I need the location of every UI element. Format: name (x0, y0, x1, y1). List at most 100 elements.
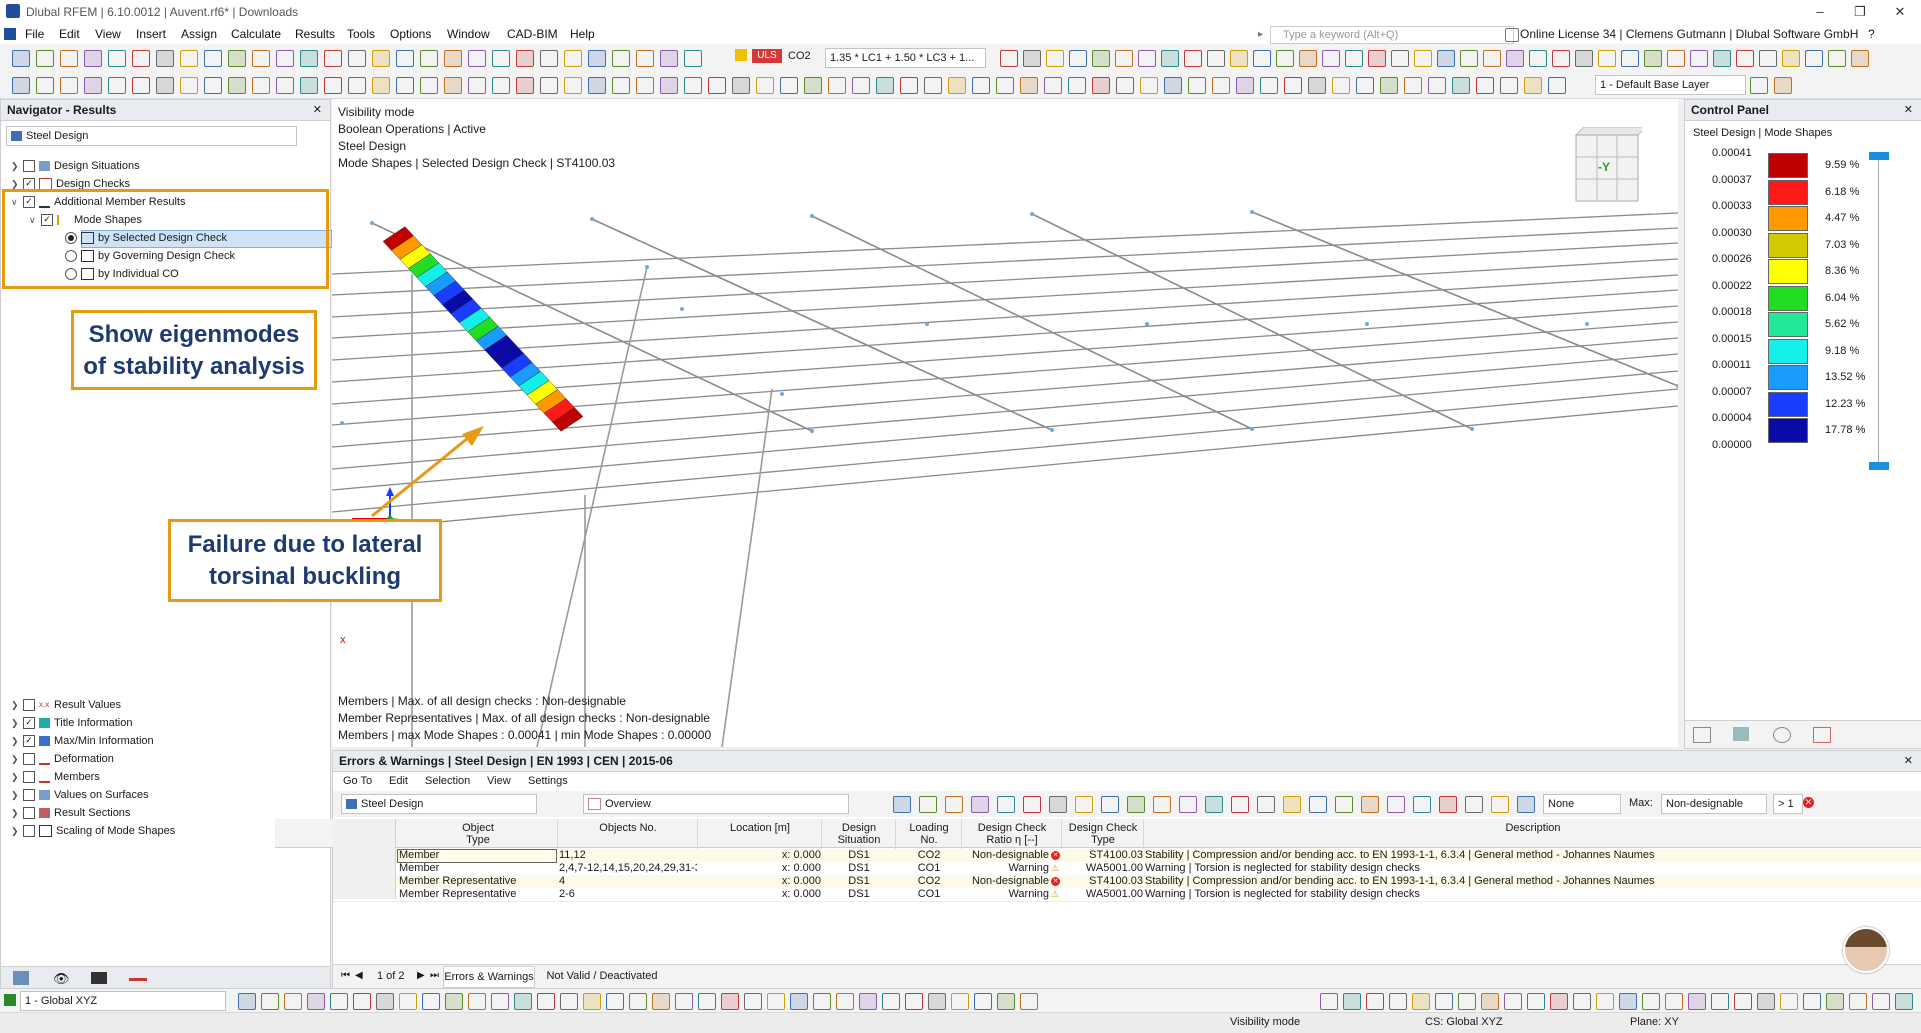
bottom-toolbar-button-53[interactable] (1734, 993, 1752, 1010)
model-viewport[interactable]: Visibility mode Boolean Operations | Act… (332, 99, 1678, 747)
menu-file[interactable]: File (25, 27, 44, 41)
nav-tab-results-icon[interactable] (129, 978, 147, 981)
toolbar2-button-10[interactable] (252, 77, 270, 94)
cp-tab-filter-icon[interactable] (1813, 727, 1831, 743)
errors-toolbar-button-5[interactable] (1023, 796, 1041, 813)
toolbar1-button-52[interactable] (1529, 50, 1547, 67)
errors-toolbar-button-2[interactable] (945, 796, 963, 813)
bottom-toolbar-button-23[interactable] (767, 993, 785, 1010)
bottom-toolbar-button-25[interactable] (813, 993, 831, 1010)
toolbar1-button-18[interactable] (444, 50, 462, 67)
errors-toolbar-button-10[interactable] (1153, 796, 1171, 813)
bottom-toolbar-button-26[interactable] (836, 993, 854, 1010)
toolbar2-button-13[interactable] (324, 77, 342, 94)
bottom-toolbar-button-27[interactable] (859, 993, 877, 1010)
errors-close-icon[interactable]: ✕ (1904, 754, 1913, 767)
first-page-button[interactable]: ⏮ (341, 970, 350, 981)
toolbar2-button-66[interactable] (1774, 77, 1792, 94)
toolbar2-button-23[interactable] (564, 77, 582, 94)
column-header-1[interactable]: Objects No. (559, 822, 697, 848)
bottom-toolbar-button-44[interactable] (1527, 993, 1545, 1010)
toolbar2-button-46[interactable] (1116, 77, 1134, 94)
bottom-toolbar-button-6[interactable] (376, 993, 394, 1010)
toolbar1-button-26[interactable] (636, 50, 654, 67)
errors-toolbar-button-8[interactable] (1101, 796, 1119, 813)
close-button[interactable]: ✕ (1880, 2, 1920, 22)
bottom-toolbar-button-45[interactable] (1550, 993, 1568, 1010)
tree-result-values[interactable]: ❯ x.x Result Values (11, 699, 121, 712)
toolbar2-button-62[interactable] (1500, 77, 1518, 94)
view-cube[interactable]: -Y (1572, 126, 1648, 202)
toolbar1-button-64[interactable] (1805, 50, 1823, 67)
last-page-button[interactable]: ⏭ (430, 970, 439, 981)
app-menu-icon[interactable] (4, 28, 16, 40)
maximize-button[interactable]: ❐ (1840, 2, 1880, 22)
toolbar1-button-53[interactable] (1552, 50, 1570, 67)
coord-system-select[interactable]: 1 - Global XYZ (20, 991, 226, 1011)
bottom-toolbar-button-32[interactable] (974, 993, 992, 1010)
column-header-7[interactable]: Description (1145, 822, 1921, 848)
toolbar2-button-3[interactable] (84, 77, 102, 94)
toolbar2-button-28[interactable] (684, 77, 702, 94)
filter-none-select[interactable]: None (1543, 794, 1621, 814)
bottom-toolbar-button-49[interactable] (1642, 993, 1660, 1010)
toolbar1-button-48[interactable] (1437, 50, 1455, 67)
toolbar1-button-56[interactable] (1621, 50, 1639, 67)
model-canvas[interactable] (332, 99, 1678, 747)
errors-toolbar-button-3[interactable] (971, 796, 989, 813)
toolbar2-button-18[interactable] (444, 77, 462, 94)
navigator-selector[interactable]: Steel Design (6, 126, 297, 146)
errors-toolbar-button-16[interactable] (1309, 796, 1327, 813)
toolbar2-button-35[interactable] (852, 77, 870, 94)
toolbar1-button-36[interactable] (1161, 50, 1179, 67)
toolbar2-button-61[interactable] (1476, 77, 1494, 94)
toolbar1-button-27[interactable] (660, 50, 678, 67)
toolbar1-button-5[interactable] (132, 50, 150, 67)
bottom-toolbar-button-12[interactable] (514, 993, 532, 1010)
tree-title-information[interactable]: ❯ ✓ Title Information (11, 717, 132, 730)
toolbar2-button-14[interactable] (348, 77, 366, 94)
next-page-button[interactable]: ▶ (417, 970, 425, 981)
toolbar2-button-51[interactable] (1236, 77, 1254, 94)
clear-filter-icon[interactable]: ✕ (1803, 797, 1814, 808)
toolbar1-button-31[interactable] (1046, 50, 1064, 67)
bottom-toolbar-button-58[interactable] (1849, 993, 1867, 1010)
toolbar1-button-22[interactable] (540, 50, 558, 67)
bottom-toolbar-button-1[interactable] (261, 993, 279, 1010)
bottom-toolbar-button-48[interactable] (1619, 993, 1637, 1010)
menu-assign[interactable]: Assign (181, 27, 217, 41)
toolbar1-button-20[interactable] (492, 50, 510, 67)
tree-result-sections[interactable]: ❯ Result Sections (11, 807, 130, 820)
toolbar1-button-65[interactable] (1828, 50, 1846, 67)
search-input[interactable]: Type a keyword (Alt+Q) (1270, 26, 1514, 44)
legend-slider-bottom[interactable] (1869, 462, 1889, 470)
toolbar1-button-15[interactable] (372, 50, 390, 67)
toolbar2-button-29[interactable] (708, 77, 726, 94)
bottom-toolbar-button-3[interactable] (307, 993, 325, 1010)
toolbar2-button-40[interactable] (972, 77, 990, 94)
toolbar1-button-2[interactable] (60, 50, 78, 67)
toolbar1-button-8[interactable] (204, 50, 222, 67)
column-header-6[interactable]: Design Check Type (1063, 822, 1143, 848)
menu-view[interactable]: View (95, 27, 121, 41)
toolbar1-button-43[interactable] (1322, 50, 1340, 67)
nav-tab-data-icon[interactable] (13, 971, 29, 985)
column-header-5[interactable]: Design Check Ratio η [--] (963, 822, 1061, 848)
bottom-toolbar-button-9[interactable] (445, 993, 463, 1010)
bottom-toolbar-button-36[interactable] (1343, 993, 1361, 1010)
toolbar2-button-26[interactable] (636, 77, 654, 94)
toolbar1-button-58[interactable] (1667, 50, 1685, 67)
bottom-toolbar-button-0[interactable] (238, 993, 256, 1010)
errors-menu-view[interactable]: View (487, 775, 511, 787)
menu-cad-bim[interactable]: CAD-BIM (507, 27, 558, 41)
toolbar1-button-19[interactable] (468, 50, 486, 67)
toolbar2-button-17[interactable] (420, 77, 438, 94)
toolbar2-button-11[interactable] (276, 77, 294, 94)
minimize-button[interactable]: – (1800, 2, 1840, 22)
toolbar1-button-14[interactable] (348, 50, 366, 67)
toolbar1-button-40[interactable] (1253, 50, 1271, 67)
errors-toolbar-button-12[interactable] (1205, 796, 1223, 813)
toolbar1-button-34[interactable] (1115, 50, 1133, 67)
bottom-toolbar-button-20[interactable] (698, 993, 716, 1010)
toolbar2-button-1[interactable] (36, 77, 54, 94)
